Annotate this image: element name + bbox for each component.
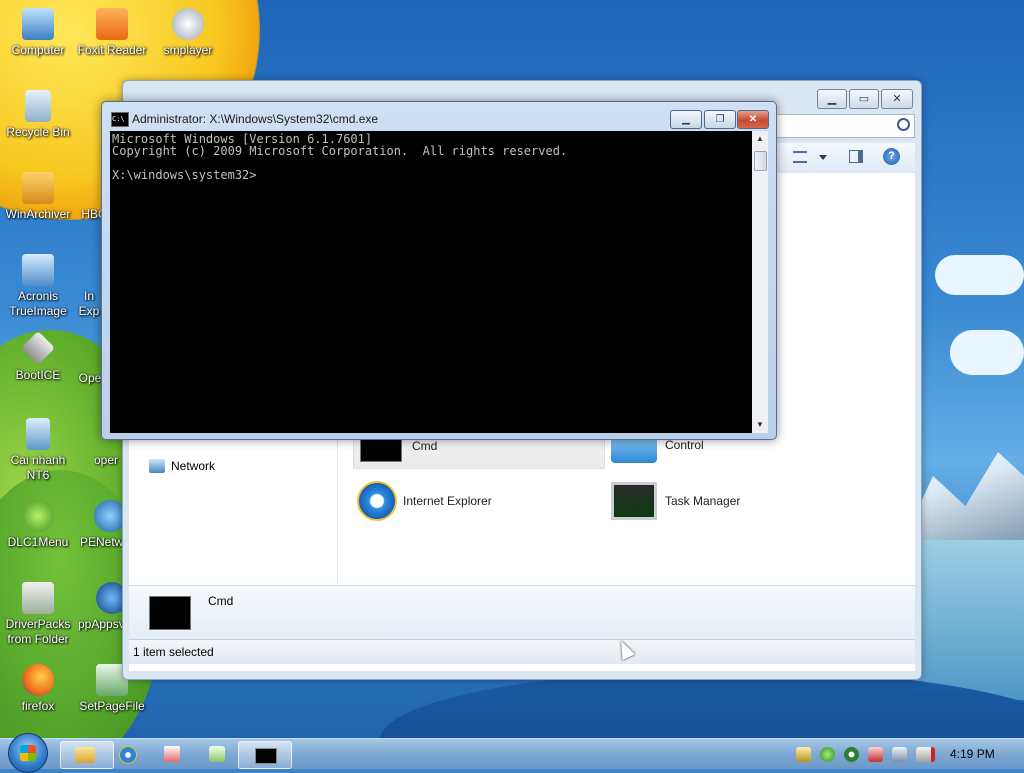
driver-icon (22, 582, 54, 614)
computer-icon (22, 8, 54, 40)
internet-explorer-icon (119, 746, 137, 764)
desktop-icon-driverpacks[interactable]: DriverPacks from Folder (0, 582, 76, 647)
internet-explorer-icon (357, 481, 397, 521)
tray-media-icon[interactable] (844, 747, 859, 762)
status-text: 1 item selected (133, 645, 214, 659)
cmd-minimize-button[interactable]: ▁ (670, 110, 702, 129)
desktop-icon-dlc1menu[interactable]: DLC1Menu (0, 500, 76, 550)
details-item-name: Cmd (208, 594, 234, 608)
nav-item-network[interactable]: Network (149, 459, 215, 473)
cmd-maximize-button[interactable]: ❐ (704, 110, 736, 129)
desktop-icon-winarchiver[interactable]: WinArchiver (0, 172, 76, 222)
start-button[interactable] (8, 733, 48, 773)
desktop-icon-acronis[interactable]: Acronis TrueImage (0, 254, 76, 319)
details-pane: Cmd (129, 585, 915, 640)
status-bar: 1 item selected (129, 639, 915, 664)
preview-pane-icon[interactable] (849, 150, 863, 163)
search-icon (897, 118, 910, 131)
tray-app-icon[interactable] (868, 747, 883, 762)
scroll-down-arrow-icon[interactable]: ▼ (752, 417, 768, 433)
desktop-icon-internet-explorer[interactable]: In Exp (76, 254, 102, 319)
wallpaper-cloud (935, 255, 1024, 295)
cmd-window[interactable]: C:\ Administrator: X:\Windows\System32\c… (101, 101, 777, 440)
desktop-icon-bootice[interactable]: BootICE (0, 331, 76, 383)
app-icon (164, 746, 180, 762)
desktop-icon-cai-nhanh-nt6[interactable]: Cai nhanh NT6 (0, 418, 76, 483)
help-icon[interactable]: ? (883, 148, 900, 165)
network-icon (149, 459, 165, 473)
app-icon (76, 254, 102, 286)
console-output[interactable]: Microsoft Windows [Version 6.1.7601] Cop… (110, 131, 752, 433)
tray-app-icon[interactable] (796, 747, 811, 762)
desktop-icon-penetw[interactable]: PENetw (80, 500, 124, 550)
cmd-close-button[interactable]: ✕ (737, 110, 769, 129)
app-icon (78, 336, 102, 368)
explorer-search-input[interactable] (773, 114, 915, 138)
cmd-icon: C:\ (111, 112, 129, 127)
tray-security-icon[interactable] (820, 747, 835, 762)
desktop-icon-ppappsv[interactable]: ppAppsv (78, 582, 124, 632)
explorer-close-button[interactable]: ✕ (881, 89, 913, 109)
menu-icon (22, 500, 54, 532)
media-player-icon (172, 8, 204, 40)
list-item-task-manager[interactable]: Task Manager (609, 479, 859, 523)
cmd-icon (255, 748, 277, 764)
wallpaper-cloud (950, 330, 1024, 375)
app-icon (96, 582, 124, 614)
folder-icon (75, 747, 95, 763)
explorer-maximize-button[interactable]: ▭ (849, 89, 879, 109)
archive-icon (22, 172, 54, 204)
view-options-icon[interactable] (793, 151, 807, 163)
cmd-window-title: Administrator: X:\Windows\System32\cmd.e… (132, 112, 379, 126)
list-item-internet-explorer[interactable]: Internet Explorer (353, 479, 603, 523)
taskbar-clock[interactable]: 4:19 PM (950, 739, 995, 769)
explorer-minimize-button[interactable]: ▁ (817, 89, 847, 109)
boot-icon (21, 331, 55, 365)
desktop-icon-foxit-reader[interactable]: Foxit Reader (74, 8, 150, 58)
console-scrollbar[interactable]: ▲ ▼ (752, 131, 768, 433)
desktop-icon-computer[interactable]: Computer (0, 8, 76, 58)
task-manager-icon (611, 482, 657, 520)
recycle-bin-icon (25, 90, 51, 122)
tray-network-icon[interactable] (892, 747, 907, 762)
desktop-icon-smplayer[interactable]: smplayer (150, 8, 226, 58)
taskbar: 4:19 PM (0, 733, 1024, 773)
tray-volume-muted-icon[interactable] (916, 747, 935, 762)
taskbar-cmd-button[interactable] (238, 741, 292, 769)
app-icon (209, 746, 225, 762)
backup-icon (22, 254, 54, 286)
desktop-icon-firefox[interactable]: firefox (0, 664, 76, 714)
installer-icon (26, 418, 50, 450)
desktop-icon-ope[interactable]: Ope (78, 336, 102, 386)
desktop-icon-recycle-bin[interactable]: Recycle Bin (0, 90, 76, 140)
firefox-icon (22, 664, 54, 696)
scroll-up-arrow-icon[interactable]: ▲ (752, 131, 768, 147)
scroll-thumb[interactable] (754, 151, 767, 171)
pdf-icon (96, 8, 128, 40)
chevron-down-icon[interactable] (819, 155, 827, 160)
wallpaper-lake (904, 540, 1024, 700)
windows-logo-icon (20, 745, 36, 761)
network-icon (94, 500, 124, 532)
cmd-icon (149, 596, 191, 630)
